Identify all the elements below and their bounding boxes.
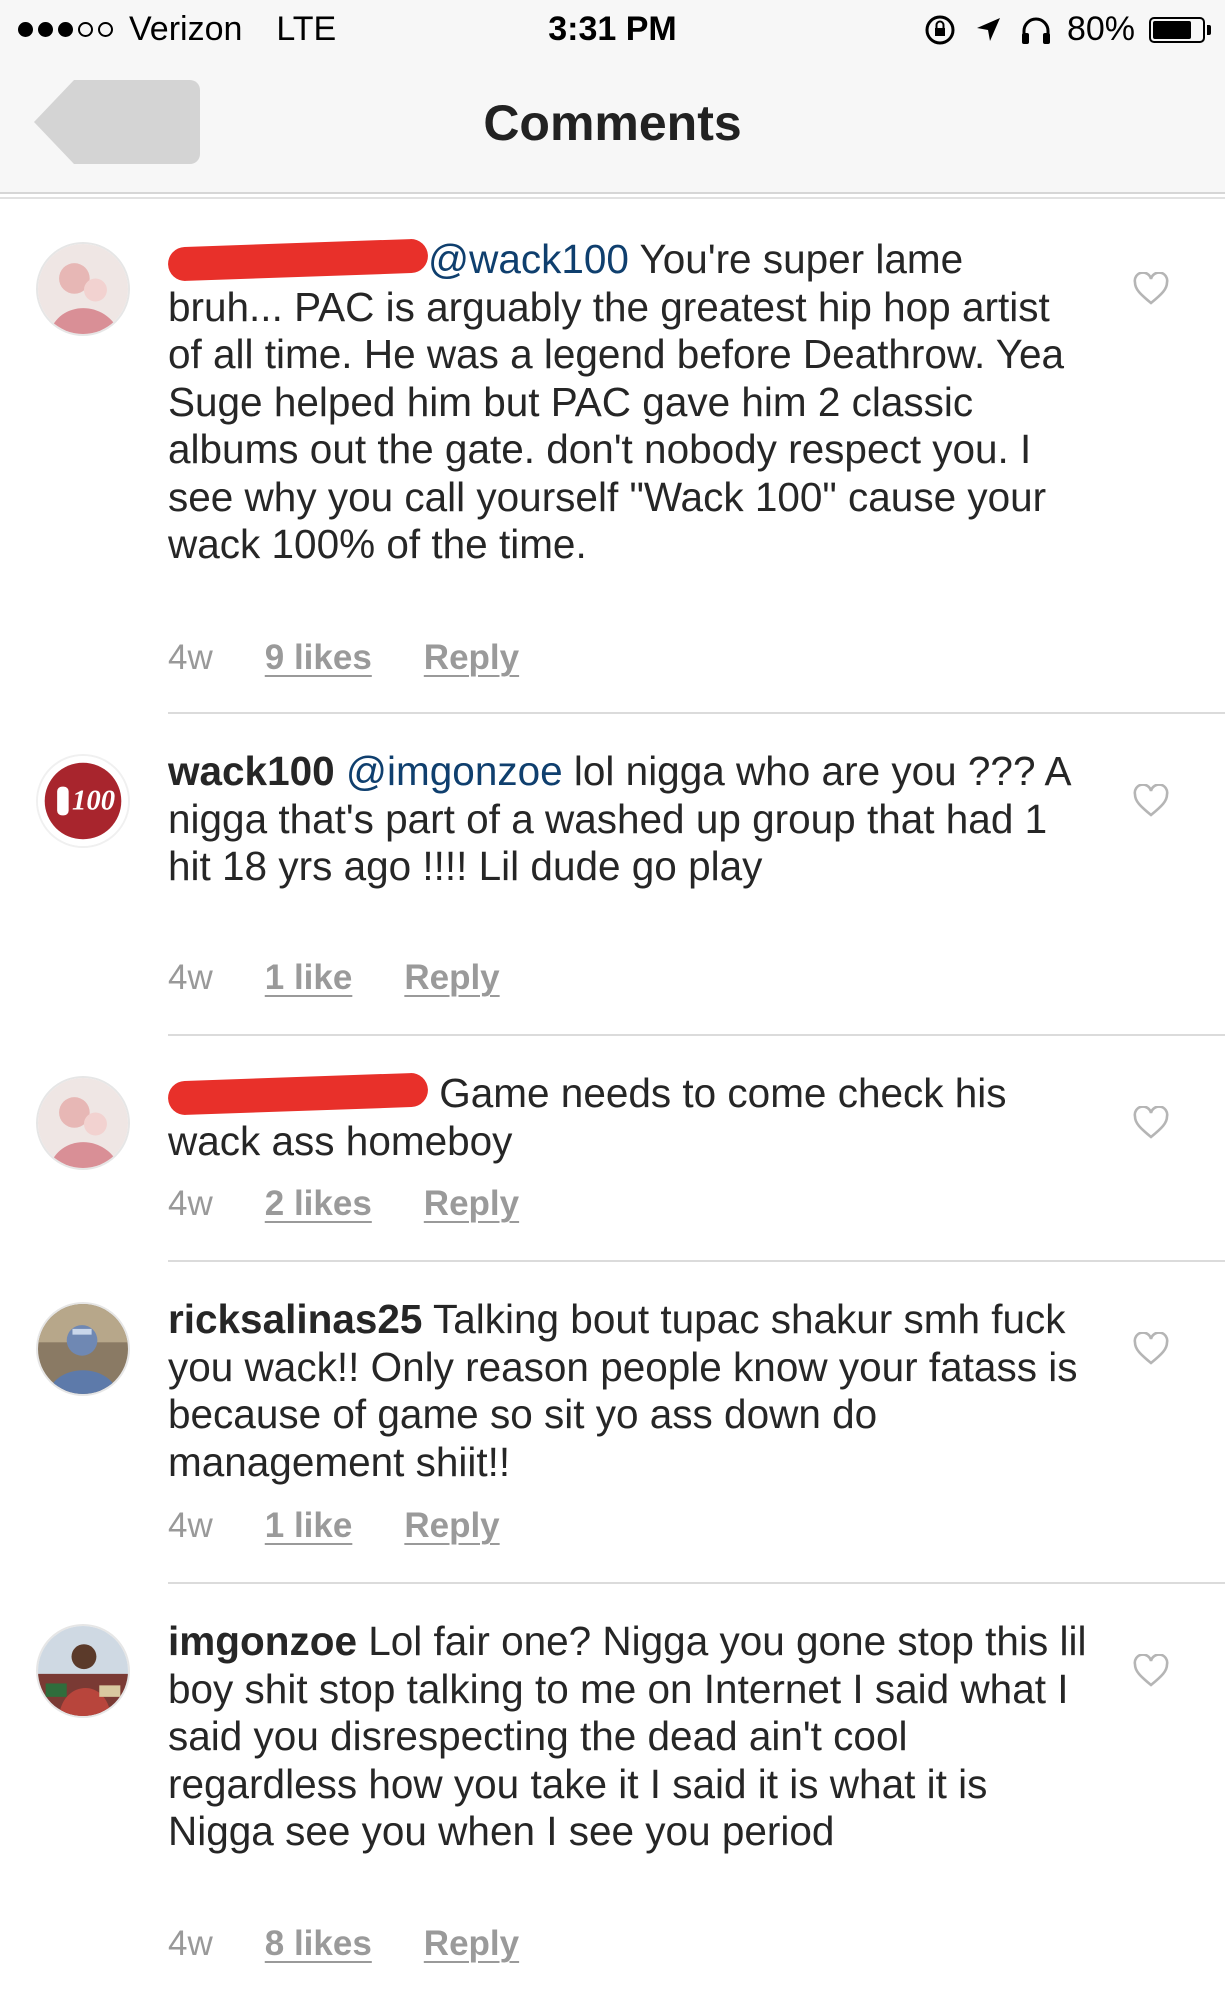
nav-divider: [0, 197, 1225, 199]
battery-percentage: 80%: [1066, 10, 1135, 48]
svg-text:100: 100: [72, 785, 115, 817]
like-heart-icon[interactable]: [1132, 1332, 1170, 1366]
avatar[interactable]: 100: [36, 754, 130, 848]
likes-link[interactable]: 8 likes: [265, 1924, 372, 1964]
mention-link[interactable]: @imgonzoe: [346, 748, 563, 794]
likes-link[interactable]: 2 likes: [265, 1184, 372, 1224]
headphones-icon: [1021, 17, 1050, 44]
orientation-lock-icon: [925, 15, 955, 44]
avatar[interactable]: [36, 1076, 130, 1170]
comment-username[interactable]: ricksalinas25: [168, 1296, 422, 1342]
status-right: 80%: [923, 10, 1211, 49]
reply-link[interactable]: Reply: [424, 638, 519, 678]
status-bar: Verizon LTE 3:31 PM 80%: [0, 0, 1225, 62]
likes-link[interactable]: 1 like: [265, 958, 353, 998]
reply-link[interactable]: Reply: [424, 1924, 519, 1964]
comment-username[interactable]: wack100: [168, 748, 335, 794]
comment-divider: [168, 1260, 1225, 1262]
comment-time: 4w: [168, 1184, 213, 1223]
comment-text: ricksalinas25 Talking bout tupac shakur …: [168, 1296, 1088, 1486]
battery-icon: [1149, 16, 1211, 43]
reply-link[interactable]: Reply: [404, 958, 499, 998]
comment-time: 4w: [168, 1506, 213, 1545]
like-heart-icon[interactable]: [1132, 1106, 1170, 1140]
comment-time: 4w: [168, 958, 213, 997]
like-heart-icon[interactable]: [1132, 272, 1170, 306]
navigation-bar: Comments: [0, 62, 1225, 194]
comment-divider: [168, 712, 1225, 714]
like-heart-icon[interactable]: [1132, 1654, 1170, 1688]
avatar[interactable]: [36, 242, 130, 336]
page-title: Comments: [483, 95, 742, 151]
comment-time: 4w: [168, 638, 213, 677]
likes-link[interactable]: 9 likes: [265, 638, 372, 678]
avatar[interactable]: [36, 1302, 130, 1396]
likes-link[interactable]: 1 like: [265, 1506, 353, 1546]
comment-meta: 4w 1 like Reply: [168, 958, 500, 998]
reply-link[interactable]: Reply: [404, 1506, 499, 1546]
comment-text: Game needs to come check his wack ass ho…: [167, 1070, 1088, 1165]
comment-meta: 4w 8 likes Reply: [168, 1924, 519, 1964]
comment-text: imgonzoe Lol fair one? Nigga you gone st…: [168, 1618, 1088, 1856]
redacted-username: [167, 238, 429, 282]
comment-meta: 4w 2 likes Reply: [168, 1184, 519, 1224]
avatar[interactable]: [36, 1624, 130, 1718]
comment-divider: [168, 1582, 1225, 1584]
comment-time: 4w: [168, 1924, 213, 1963]
comment-meta: 4w 1 like Reply: [168, 1506, 500, 1546]
comment-text: @wack100 You're super lame bruh... PAC i…: [167, 236, 1088, 569]
comment-message: You're super lame bruh... PAC is arguabl…: [168, 236, 1065, 567]
like-heart-icon[interactable]: [1132, 784, 1170, 818]
redacted-username: [167, 1072, 429, 1116]
mention-link[interactable]: @wack100: [428, 236, 629, 282]
comment-divider: [168, 1034, 1225, 1036]
reply-link[interactable]: Reply: [424, 1184, 519, 1224]
comment-meta: 4w 9 likes Reply: [168, 638, 519, 678]
comment-text: wack100 @imgonzoe lol nigga who are you …: [168, 748, 1088, 891]
location-arrow-icon: [976, 17, 1000, 41]
comment-username[interactable]: imgonzoe: [168, 1618, 357, 1664]
